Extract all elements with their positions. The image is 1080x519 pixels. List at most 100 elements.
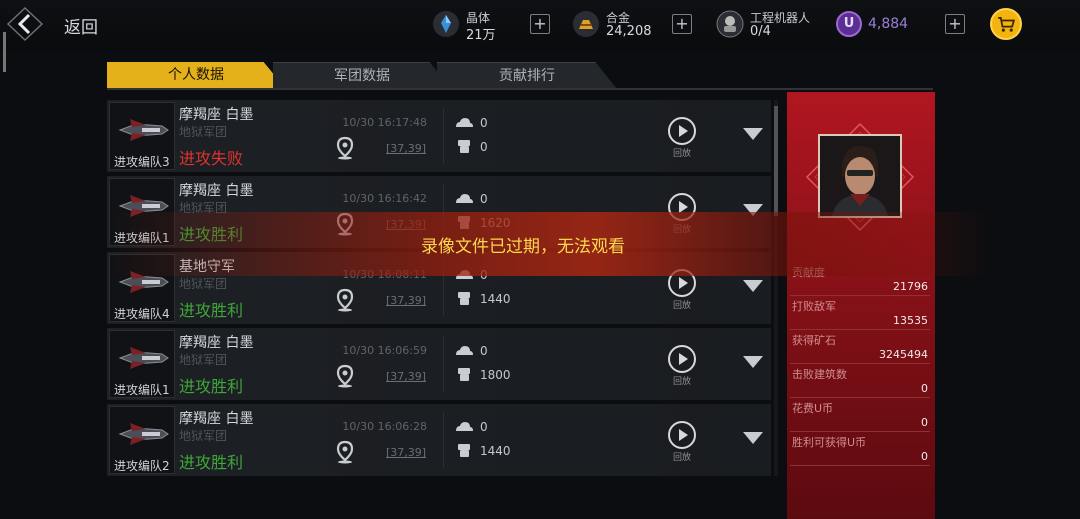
stat-value: 0 — [921, 450, 928, 463]
location-pin-icon[interactable] — [335, 288, 355, 312]
legion-name: 地狱军团 — [179, 429, 228, 443]
expand-caret-icon[interactable] — [743, 128, 763, 140]
column-divider — [443, 412, 444, 468]
opponent-name: 摩羯座 白墨 — [179, 183, 254, 199]
location-pin-icon[interactable] — [335, 136, 355, 160]
coordinate-link[interactable]: [37,39] — [386, 370, 426, 383]
loot-value: 0 — [480, 116, 488, 130]
toast-message: 录像文件已过期，无法观看 — [421, 237, 625, 257]
replay-label[interactable]: 回放 — [673, 146, 691, 159]
stat-label: 击败建筑数 — [792, 368, 847, 381]
scrollbar[interactable] — [774, 100, 778, 476]
replay-label[interactable]: 回放 — [673, 298, 691, 311]
fist-icon — [458, 368, 470, 381]
legion-name: 地狱军团 — [179, 277, 228, 291]
battle-result: 进攻胜利 — [179, 301, 244, 320]
spaceship-icon — [118, 119, 169, 141]
add-u-coin-button[interactable]: + — [945, 14, 965, 34]
loot-icon — [456, 194, 473, 203]
shop-cart-icon[interactable] — [990, 8, 1022, 40]
fleet-thumbnail: 进攻编队3 — [109, 102, 175, 170]
replay-play-icon[interactable] — [667, 420, 697, 450]
legion-name: 地狱军团 — [179, 125, 228, 139]
coordinate-link[interactable]: [37,39] — [386, 294, 426, 307]
replay-play-icon[interactable] — [667, 344, 697, 374]
u-coin-icon: U — [836, 11, 862, 37]
back-arrow-icon[interactable] — [6, 6, 44, 42]
battle-time: 10/30 16:16:42 — [342, 192, 427, 205]
loot-icon — [456, 118, 473, 127]
stat-label: 获得矿石 — [792, 334, 836, 347]
battle-time: 10/30 16:06:28 — [342, 420, 427, 433]
battle-result: 进攻胜利 — [179, 377, 244, 396]
stat-divider — [790, 295, 930, 296]
tab-personal[interactable]: 个人数据 — [107, 62, 285, 88]
commander-portrait-icon — [820, 136, 900, 216]
stat-value: 0 — [921, 382, 928, 395]
power-value: 0 — [480, 140, 488, 154]
stat-value: 21796 — [893, 280, 928, 293]
legion-name: 地狱军团 — [179, 353, 228, 367]
fist-icon — [458, 444, 470, 457]
column-divider — [443, 108, 444, 164]
battle-time: 10/30 16:17:48 — [342, 116, 427, 129]
avatar[interactable] — [818, 134, 902, 218]
stat-divider — [790, 397, 930, 398]
tab-legion[interactable]: 军团数据 — [273, 62, 451, 89]
power-value: 1440 — [480, 444, 511, 458]
expand-caret-icon[interactable] — [743, 432, 763, 444]
fist-icon — [458, 292, 470, 305]
robot-value: 0/4 — [750, 24, 771, 39]
stat-divider — [790, 465, 930, 466]
location-pin-icon[interactable] — [335, 440, 355, 464]
edge-indicator — [3, 32, 6, 72]
power-value: 1440 — [480, 292, 511, 306]
stat-divider — [790, 363, 930, 364]
stat-divider — [790, 329, 930, 330]
spaceship-icon — [118, 423, 169, 445]
fleet-thumbnail: 进攻编队1 — [109, 330, 175, 398]
alloy-icon — [573, 11, 599, 37]
team-label: 进攻编队2 — [114, 459, 170, 473]
location-pin-icon[interactable] — [335, 364, 355, 388]
stat-value: 13535 — [893, 314, 928, 327]
stat-label: 打败敌军 — [792, 300, 836, 313]
team-label: 进攻编队1 — [114, 383, 170, 397]
opponent-name: 摩羯座 白墨 — [179, 335, 254, 351]
coordinate-link[interactable]: [37,39] — [386, 142, 426, 155]
add-crystal-button[interactable]: + — [530, 14, 550, 34]
battle-record-list[interactable]: 进攻编队3 摩羯座 白墨 地狱军团 进攻失败 10/30 16:17:48 [3… — [107, 100, 771, 476]
stat-value: 3245494 — [879, 348, 928, 361]
stat-label: 花费U币 — [792, 402, 834, 415]
robot-icon — [716, 10, 744, 38]
column-divider — [443, 336, 444, 392]
expand-caret-icon[interactable] — [743, 280, 763, 292]
replay-play-icon[interactable] — [667, 116, 697, 146]
opponent-name: 摩羯座 白墨 — [179, 107, 254, 123]
battle-result: 进攻胜利 — [179, 453, 244, 472]
loot-value: 0 — [480, 192, 488, 206]
expand-caret-icon[interactable] — [743, 356, 763, 368]
battle-record-row[interactable]: 进攻编队3 摩羯座 白墨 地狱军团 进攻失败 10/30 16:17:48 [3… — [107, 100, 771, 172]
stat-value: 0 — [921, 416, 928, 429]
tab-ranking[interactable]: 贡献排行 — [437, 62, 617, 89]
battle-record-row[interactable]: 进攻编队2 摩羯座 白墨 地狱军团 进攻胜利 10/30 16:06:28 [3… — [107, 404, 771, 476]
replay-label[interactable]: 回放 — [673, 374, 691, 387]
crystal-icon — [433, 11, 459, 37]
back-label[interactable]: 返回 — [64, 13, 98, 38]
coordinate-link[interactable]: [37,39] — [386, 446, 426, 459]
power-value: 1800 — [480, 368, 511, 382]
add-alloy-button[interactable]: + — [672, 14, 692, 34]
battle-record-row[interactable]: 进攻编队1 摩羯座 白墨 地狱军团 进攻胜利 10/30 16:06:59 [3… — [107, 328, 771, 400]
scrollbar-thumb[interactable] — [774, 106, 778, 216]
crystal-value: 21万 — [466, 28, 496, 43]
battle-result: 进攻失败 — [179, 149, 244, 168]
loot-value: 0 — [480, 420, 488, 434]
fleet-thumbnail: 进攻编队2 — [109, 406, 175, 474]
stat-label: 胜利可获得U币 — [792, 436, 867, 449]
team-label: 进攻编队3 — [114, 155, 170, 169]
loot-icon — [456, 346, 473, 355]
replay-label[interactable]: 回放 — [673, 450, 691, 463]
alloy-value: 24,208 — [606, 24, 652, 39]
u-coin-value: 4,884 — [868, 16, 909, 32]
